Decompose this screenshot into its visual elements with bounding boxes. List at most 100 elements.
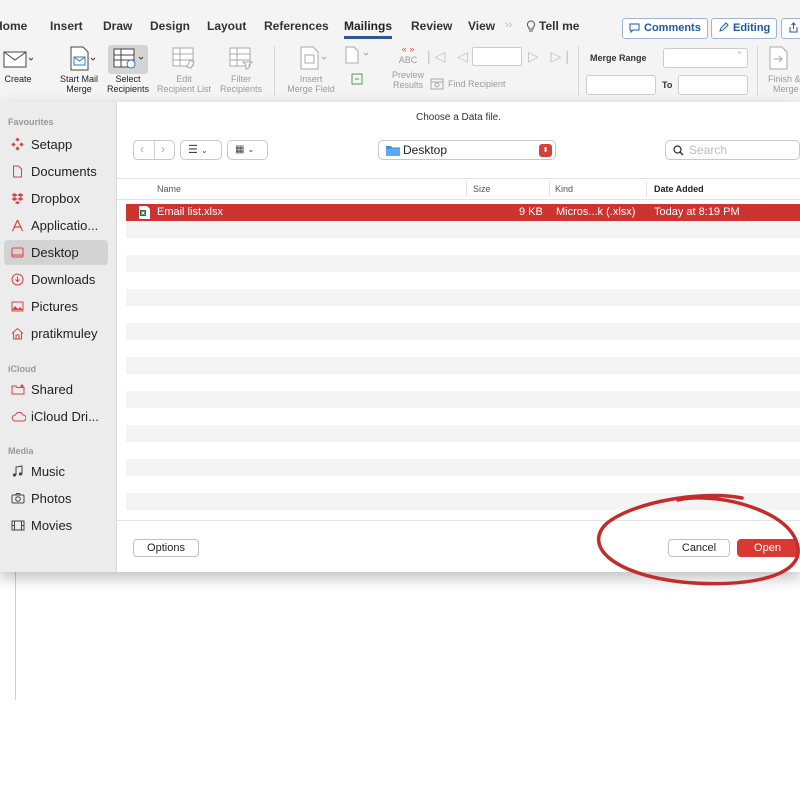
- sidebar-item-setapp[interactable]: Setapp: [4, 132, 108, 157]
- sidebar-item-applications[interactable]: Applicatio...: [4, 213, 108, 238]
- cancel-button[interactable]: Cancel: [668, 539, 730, 557]
- pictures-icon: [11, 301, 24, 312]
- sidebar-item-shared[interactable]: Shared: [4, 377, 108, 402]
- find-recipient-label: Find Recipient: [448, 79, 506, 89]
- document-canvas[interactable]: [0, 572, 800, 700]
- recipient-list-icon: [113, 48, 144, 69]
- start-mail-merge-button[interactable]: Start Mail Merge: [53, 45, 105, 94]
- preview-results-label-line1: Preview: [391, 70, 424, 80]
- edit-recipient-list-button[interactable]: Edit Recipient List: [153, 45, 215, 94]
- editing-button[interactable]: Editing: [711, 18, 778, 39]
- preview-results-button[interactable]: « » ABC Preview Results: [388, 45, 428, 91]
- create-button[interactable]: Create: [2, 45, 34, 84]
- update-labels-icon: [351, 73, 363, 85]
- list-view-button[interactable]: ☰ ⌄: [180, 140, 222, 160]
- finish-merge-button[interactable]: Finish & Merge: [764, 45, 800, 94]
- column-header-kind[interactable]: Kind: [555, 184, 573, 194]
- sidebar-item-desktop[interactable]: Desktop: [4, 240, 108, 265]
- download-icon: [11, 273, 24, 286]
- tab-draw[interactable]: Draw: [103, 19, 132, 33]
- column-divider: [646, 182, 647, 197]
- tab-view[interactable]: View: [468, 19, 495, 33]
- empty-row: [126, 357, 800, 374]
- sidebar-item-pictures[interactable]: Pictures: [4, 294, 108, 319]
- empty-row: [126, 391, 800, 408]
- empty-row: [126, 425, 800, 442]
- icloud-heading: iCloud: [8, 364, 36, 374]
- tab-insert[interactable]: Insert: [50, 19, 83, 33]
- options-button[interactable]: Options: [133, 539, 199, 557]
- ribbon-separator: [578, 46, 579, 96]
- dialog-footer: Options Cancel Open: [117, 520, 800, 572]
- merge-range-select[interactable]: [663, 48, 748, 68]
- share-button[interactable]: [781, 18, 800, 39]
- merge-range-to-field[interactable]: [678, 75, 748, 95]
- excel-file-icon: [139, 206, 150, 219]
- ribbon-separator: [274, 46, 275, 96]
- folder-icon: [386, 146, 400, 156]
- sidebar-item-label: iCloud Dri...: [31, 409, 99, 424]
- back-chevron-icon[interactable]: ‹: [140, 142, 144, 156]
- sidebar-item-music[interactable]: Music: [4, 459, 108, 484]
- select-recipients-icon-box: [108, 45, 148, 74]
- open-button[interactable]: Open: [737, 539, 798, 557]
- first-previous-record-icons[interactable]: |◁ ◁: [427, 48, 472, 65]
- rules-button[interactable]: [342, 45, 372, 88]
- file-date-added: Today at 8:19 PM: [654, 206, 740, 218]
- filter-list-icon: [229, 47, 254, 70]
- column-header-date-added[interactable]: Date Added: [654, 184, 704, 194]
- dropbox-icon: [11, 193, 24, 205]
- tab-mailings[interactable]: Mailings: [344, 19, 393, 39]
- record-number-field[interactable]: [472, 47, 522, 66]
- music-note-icon: [12, 465, 23, 477]
- location-select[interactable]: Desktop ⬍: [378, 140, 556, 160]
- column-header-size[interactable]: Size: [473, 184, 491, 194]
- file-row[interactable]: Email list.xlsx 9 KB Micros...k (.xlsx) …: [126, 204, 800, 221]
- merge-range-from-field[interactable]: [586, 75, 656, 95]
- finish-merge-label-line2: Merge: [773, 84, 799, 94]
- tab-review[interactable]: Review: [411, 19, 452, 33]
- group-view-button[interactable]: ▦ ⌄: [227, 140, 268, 160]
- lightbulb-icon: [526, 20, 536, 32]
- file-kind: Micros...k (.xlsx): [556, 206, 636, 218]
- desktop-icon: [11, 247, 24, 258]
- next-last-record-icons[interactable]: ▷ ▷|: [528, 48, 573, 65]
- insert-merge-field-label-line1: Insert: [299, 74, 323, 84]
- edit-recipient-list-label-line2: Recipient List: [156, 84, 212, 94]
- empty-row: [126, 323, 800, 340]
- sidebar-item-icloud-drive[interactable]: iCloud Dri...: [4, 404, 108, 429]
- sidebar-item-documents[interactable]: Documents: [4, 159, 108, 184]
- empty-row: [126, 459, 800, 476]
- tab-design[interactable]: Design: [150, 19, 190, 33]
- insert-field-icon: [300, 46, 327, 70]
- select-recipients-button[interactable]: Select Recipients: [104, 45, 152, 94]
- camera-icon: [11, 493, 25, 504]
- filter-recipients-button[interactable]: Filter Recipients: [216, 45, 266, 94]
- tab-home[interactable]: Home: [0, 19, 27, 33]
- list-view-icon: ☰: [188, 144, 198, 156]
- tab-layout[interactable]: Layout: [207, 19, 246, 33]
- forward-chevron-icon[interactable]: ›: [161, 142, 165, 156]
- film-icon: [11, 520, 25, 531]
- sidebar-item-pratikmuley[interactable]: pratikmuley: [4, 321, 108, 346]
- back-forward-buttons: ‹ ›: [133, 140, 175, 160]
- insert-merge-field-button[interactable]: Insert Merge Field: [282, 45, 340, 94]
- sidebar-item-label: Shared: [31, 382, 73, 397]
- more-tabs-chevron-icon[interactable]: ››: [505, 19, 512, 31]
- sidebar-item-photos[interactable]: Photos: [4, 486, 108, 511]
- start-mail-merge-label-line2: Merge: [66, 84, 92, 94]
- comments-button[interactable]: Comments: [622, 18, 708, 39]
- ribbon-separator: [757, 46, 758, 96]
- document-left-edge: [15, 572, 16, 700]
- column-header-name[interactable]: Name: [157, 184, 181, 194]
- envelope-icon: [3, 51, 33, 68]
- sidebar-item-label: Photos: [31, 491, 72, 506]
- sidebar-item-movies[interactable]: Movies: [4, 513, 108, 538]
- sidebar-item-dropbox[interactable]: Dropbox: [4, 186, 108, 211]
- sidebar-item-downloads[interactable]: Downloads: [4, 267, 108, 292]
- find-recipient-button[interactable]: Find Recipient: [430, 78, 506, 90]
- tell-me-box[interactable]: Tell me: [526, 19, 579, 33]
- tab-references[interactable]: References: [264, 19, 329, 33]
- search-input[interactable]: Search: [665, 140, 800, 160]
- location-select-value: Desktop: [403, 143, 448, 157]
